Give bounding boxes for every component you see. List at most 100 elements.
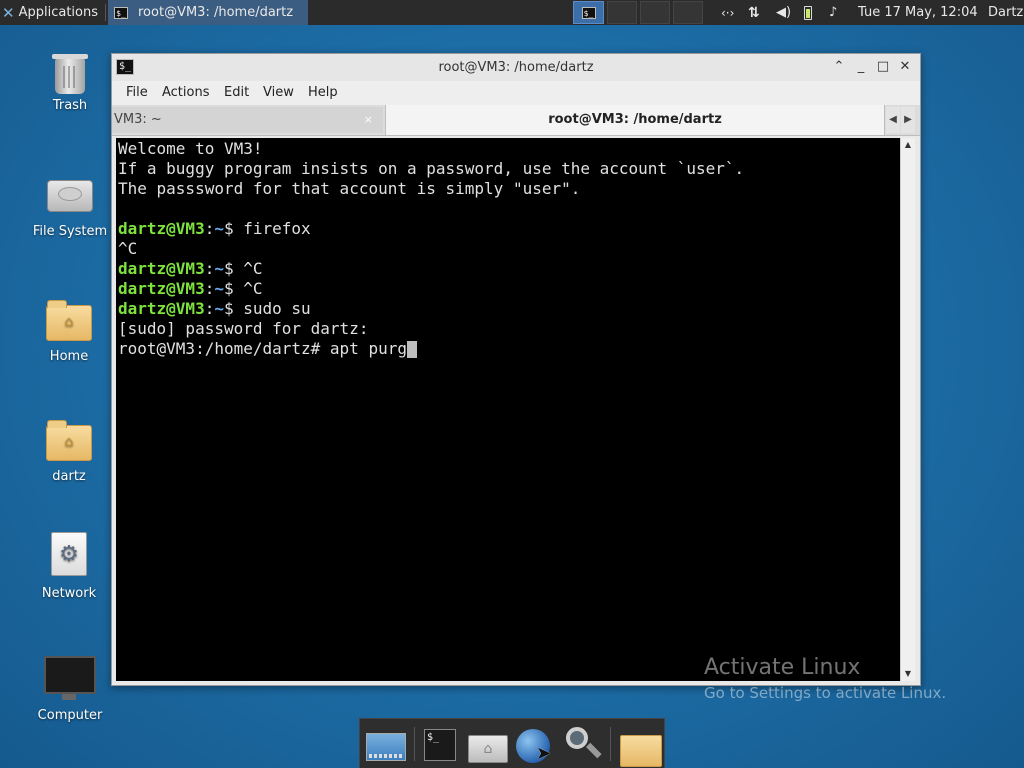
tab-close-icon[interactable]: × — [364, 107, 373, 133]
close-button[interactable]: ✕ — [896, 58, 914, 76]
watermark-subtitle: Go to Settings to activate Linux. — [704, 684, 947, 702]
desktop-icon-label: File System — [32, 224, 108, 239]
desktop-icon-file-system[interactable]: File System — [20, 180, 120, 239]
taskbar-window-label: root@VM3: /home/dartz — [138, 5, 294, 20]
network-icon: ⚙ — [51, 532, 87, 576]
prompt-path: ~ — [214, 279, 224, 298]
applications-menu-button[interactable]: ✕ Applications — [0, 0, 104, 25]
tab-root-dartz[interactable]: root@VM3: /home/dartz — [385, 105, 885, 135]
terminal-icon: $_ — [114, 6, 128, 19]
folder-icon — [620, 735, 662, 767]
activation-watermark: Activate Linux Go to Settings to activat… — [704, 655, 946, 702]
watermark-title: Activate Linux — [704, 655, 861, 680]
prompt-user: dartz@VM3 — [118, 259, 205, 278]
terminal-output[interactable]: Welcome to VM3! If a buggy program insist… — [116, 138, 900, 681]
notification-bell-icon[interactable]: ♪ — [829, 0, 837, 25]
terminal-line: root@VM3:/home/dartz# apt purg — [118, 339, 900, 359]
terminal-line: dartz@VM3:~$ firefox — [118, 219, 311, 238]
file-manager-launcher[interactable]: ⌂ — [466, 725, 508, 765]
menu-actions[interactable]: Actions — [162, 81, 210, 105]
show-desktop-button[interactable] — [364, 725, 406, 765]
battery-icon[interactable] — [804, 0, 812, 25]
panel-separator — [105, 4, 106, 21]
volume-icon[interactable]: ◀) — [776, 0, 791, 25]
terminal-scrollbar[interactable]: ▲ ▼ — [900, 138, 915, 681]
app-finder-launcher[interactable] — [564, 725, 604, 765]
prompt-user: dartz@VM3 — [118, 279, 205, 298]
prompt-path: ~ — [214, 299, 224, 318]
network-arrows-icon[interactable]: ‹·› — [721, 0, 734, 25]
desktop-icon-label: Computer — [37, 708, 103, 723]
menu-help[interactable]: Help — [308, 81, 338, 105]
window-titlebar[interactable]: $_ root@VM3: /home/dartz ⌃ _ □ ✕ — [112, 54, 920, 81]
text-cursor — [406, 341, 417, 358]
web-browser-launcher[interactable]: ➤ — [514, 725, 554, 765]
tab-scroll-left-icon[interactable]: ◀ — [886, 107, 900, 133]
minimize-button[interactable]: _ — [852, 58, 870, 76]
root-command-line: root@VM3:/home/dartz# apt purg — [118, 339, 407, 358]
prompt-path: ~ — [214, 259, 224, 278]
dock-separator — [610, 727, 611, 761]
applications-label: Applications — [18, 5, 98, 20]
file-manager-icon: ⌂ — [468, 735, 508, 763]
prompt-command: $ sudo su — [223, 299, 311, 318]
prompt-user: dartz@VM3 — [118, 219, 205, 238]
window-title: root@VM3: /home/dartz — [438, 60, 594, 75]
battery-level — [804, 5, 812, 20]
desktop-icon-dartz[interactable]: ⌂ dartz — [19, 420, 119, 484]
workspace-2-button[interactable] — [607, 1, 637, 24]
trash-icon — [52, 54, 88, 94]
magnifier-handle — [586, 742, 602, 759]
maximize-button[interactable]: □ — [874, 58, 892, 76]
folder-launcher[interactable] — [618, 725, 662, 767]
tab-bar: VM3: ~ × root@VM3: /home/dartz ◀ ▶ — [112, 105, 920, 136]
desktop-icon-label: dartz — [52, 469, 86, 484]
tab-scroll-right-icon[interactable]: ▶ — [901, 107, 915, 133]
shade-button[interactable]: ⌃ — [830, 58, 848, 76]
clock[interactable]: Tue 17 May, 12:04 — [858, 0, 978, 25]
menubar: File Actions Edit View Help — [112, 81, 920, 105]
workspace-3-button[interactable] — [640, 1, 670, 24]
network-status-icon[interactable]: ⇅ — [748, 0, 760, 25]
terminal-line: dartz@VM3:~$ sudo su — [118, 299, 311, 318]
desktop-icon-home[interactable]: ⌂ Home — [19, 300, 119, 364]
user-menu[interactable]: Dartz — [988, 0, 1023, 25]
prompt-command: $ firefox — [223, 219, 311, 238]
bell-glyph: ♪ — [829, 5, 838, 20]
tab-vm3-home[interactable]: VM3: ~ × — [112, 107, 383, 133]
menu-edit[interactable]: Edit — [224, 81, 249, 105]
menu-file[interactable]: File — [126, 81, 148, 105]
workspace-4-button[interactable] — [673, 1, 703, 24]
folder-icon: ⌂ — [46, 420, 92, 461]
house-icon: ⌂ — [64, 314, 74, 330]
prompt-command: $ ^C — [223, 279, 263, 298]
taskbar-window-button[interactable]: $_ root@VM3: /home/dartz — [108, 0, 308, 25]
scroll-up-icon[interactable]: ▲ — [901, 138, 915, 152]
desktop-icon-computer[interactable]: Computer — [20, 656, 120, 723]
desktop-icon-trash[interactable]: Trash — [20, 54, 120, 113]
volume-glyph: ◀) — [776, 5, 792, 20]
desktop-icon-label: Trash — [52, 98, 88, 113]
prompt-user: dartz@VM3 — [118, 299, 205, 318]
terminal-line: ^C — [118, 239, 138, 258]
desktop-icon-network[interactable]: ⚙ Network — [19, 532, 119, 601]
terminal-window: $_ root@VM3: /home/dartz ⌃ _ □ ✕ File Ac… — [111, 53, 921, 686]
terminal-line: dartz@VM3:~$ ^C — [118, 279, 263, 298]
workspace-1-button[interactable]: $_ — [573, 1, 604, 24]
tab-label: VM3: ~ — [114, 112, 162, 127]
menu-view[interactable]: View — [263, 81, 294, 105]
terminal-icon: $_ — [424, 729, 456, 761]
dock-separator — [414, 727, 415, 761]
monitor-icon — [44, 656, 96, 700]
terminal-launcher[interactable]: $_ — [422, 725, 462, 765]
terminal-icon: $_ — [581, 6, 596, 19]
show-desktop-icon — [366, 733, 406, 761]
pointer-icon: ➤ — [536, 743, 552, 764]
top-panel: ✕ Applications $_ root@VM3: /home/dartz … — [0, 0, 1024, 25]
desktop-icon-label: Home — [49, 349, 89, 364]
tab-label: root@VM3: /home/dartz — [548, 112, 722, 127]
drive-icon — [47, 180, 93, 212]
prompt-command: $ ^C — [223, 259, 263, 278]
terminal-line: [sudo] password for dartz: — [118, 319, 369, 338]
